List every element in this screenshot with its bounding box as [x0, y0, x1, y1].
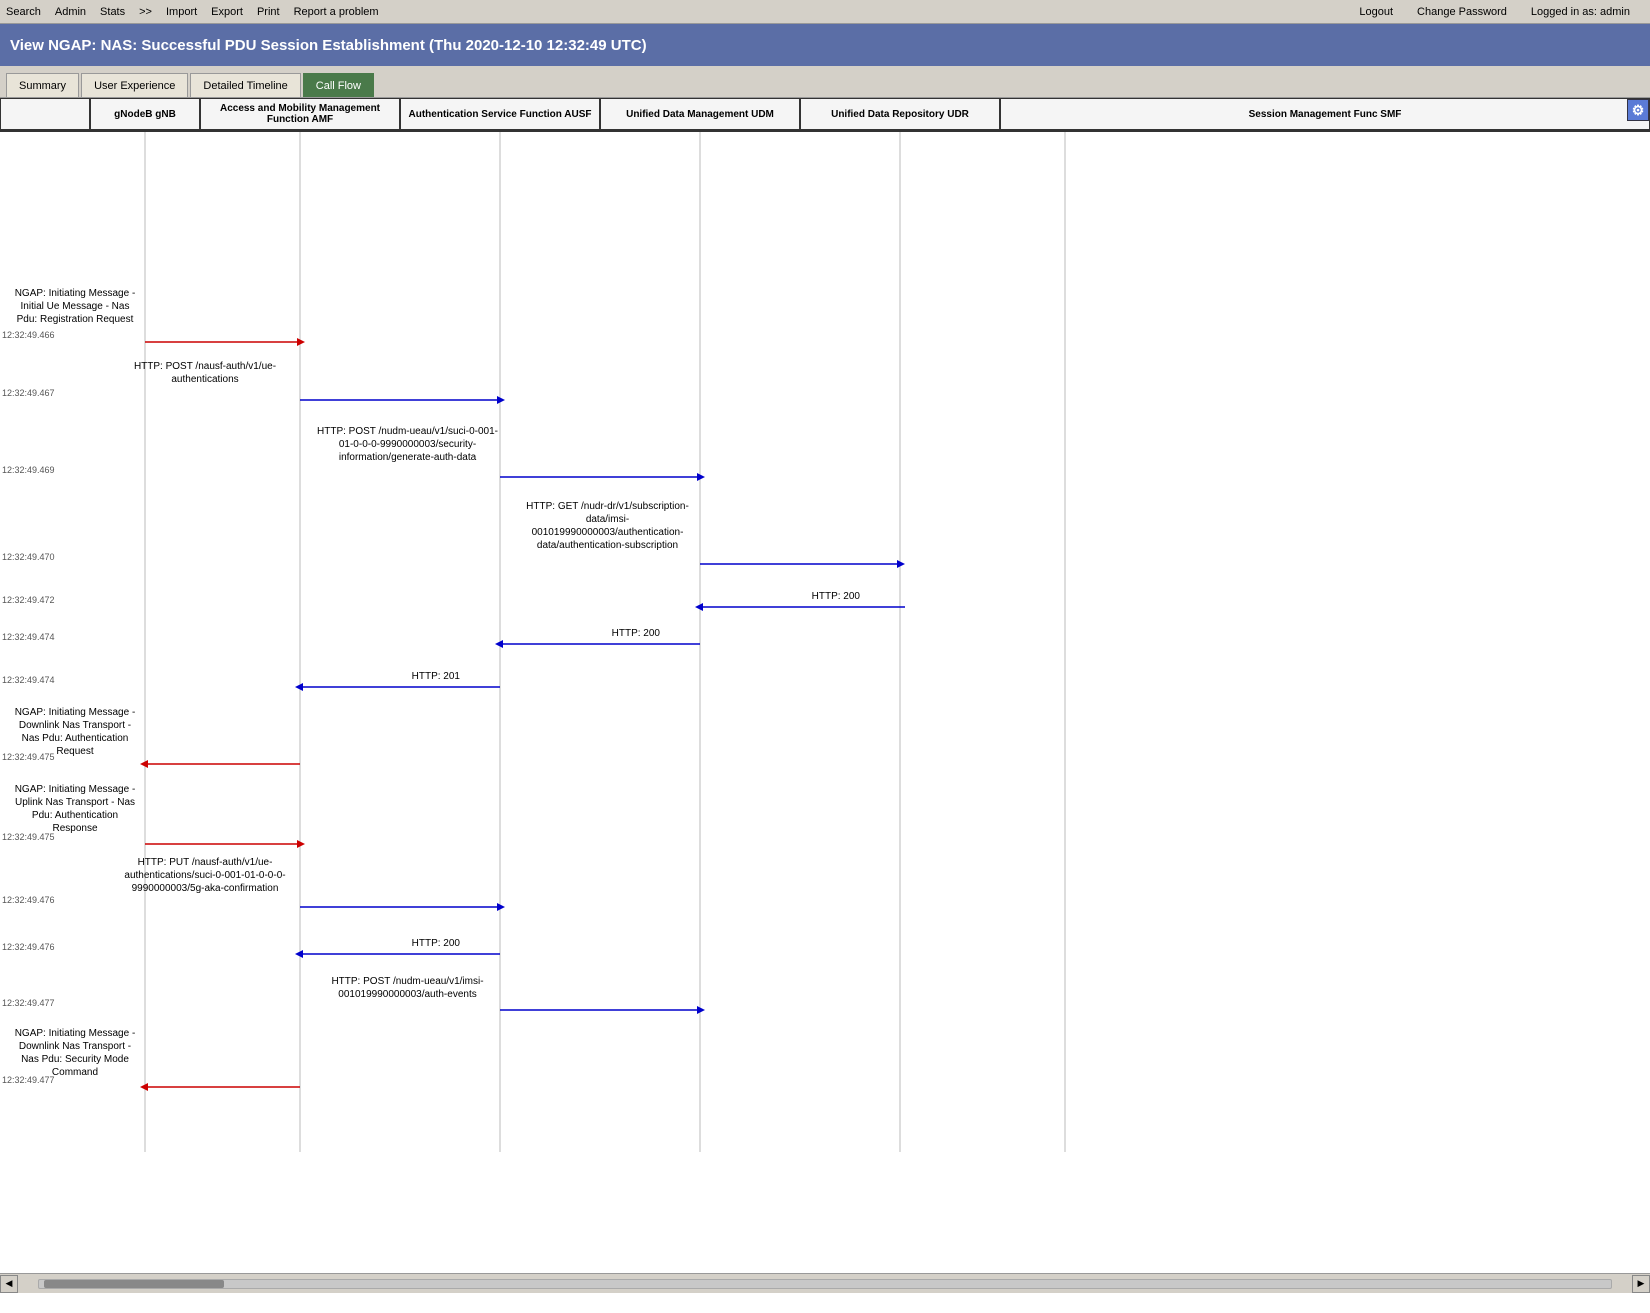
msg-label-11: HTTP: 200 — [360, 937, 460, 950]
msg-label-12: HTTP: POST /nudm-ueau/v1/imsi-0010199900… — [310, 975, 505, 1001]
tab-summary[interactable]: Summary — [6, 73, 79, 97]
logged-in-label: Logged in as: admin — [1531, 6, 1630, 18]
msg-label-3: HTTP: POST /nudm-ueau/v1/suci-0-001-01-0… — [310, 425, 505, 464]
scroll-left-arrow[interactable]: ◀ — [0, 1275, 18, 1293]
tab-call-flow[interactable]: Call Flow — [303, 73, 374, 97]
menu-right: Logout Change Password Logged in as: adm… — [1359, 6, 1644, 18]
timestamp-5: 12:32:49.472 — [2, 595, 55, 606]
bottom-scrollbar[interactable]: ◀ ▶ — [0, 1273, 1650, 1293]
msg-label-9: NGAP: Initiating Message - Uplink Nas Tr… — [10, 783, 140, 835]
column-headers: gNodeB gNB Access and Mobility Managemen… — [0, 98, 1650, 132]
timestamp-2: 12:32:49.467 — [2, 388, 55, 399]
timestamp-1: 12:32:49.466 — [2, 330, 55, 341]
timestamp-12: 12:32:49.477 — [2, 998, 55, 1009]
gear-button[interactable]: ⚙ — [1627, 99, 1649, 121]
timestamp-11: 12:32:49.476 — [2, 942, 55, 953]
col-header-udr: Unified Data Repository UDR — [800, 98, 1000, 130]
menu-export[interactable]: Export — [211, 6, 243, 18]
main-content: gNodeB gNB Access and Mobility Managemen… — [0, 98, 1650, 1293]
col-header-smf: Session Management Func SMF ⚙ — [1000, 98, 1650, 130]
msg-label-13: NGAP: Initiating Message - Downlink Nas … — [10, 1027, 140, 1079]
tab-user-experience[interactable]: User Experience — [81, 73, 188, 97]
msg-label-10: HTTP: PUT /nausf-auth/v1/ue-authenticati… — [110, 856, 300, 895]
call-flow-body[interactable]: 12:32:49.466 NGAP: Initiating Message - … — [0, 132, 1650, 1273]
col-header-gnodeb: gNodeB gNB — [90, 98, 200, 130]
col-header-udm: Unified Data Management UDM — [600, 98, 800, 130]
change-password-link[interactable]: Change Password — [1417, 6, 1507, 18]
menu-admin[interactable]: Admin — [55, 6, 86, 18]
msg-label-8: NGAP: Initiating Message - Downlink Nas … — [10, 706, 140, 758]
menu-stats[interactable]: Stats — [100, 6, 125, 18]
msg-label-4: HTTP: GET /nudr-dr/v1/subscription-data/… — [510, 500, 705, 552]
lane-lines — [0, 132, 1650, 1152]
timestamp-3: 12:32:49.469 — [2, 465, 55, 476]
col-header-timestamp — [0, 98, 90, 130]
msg-label-1: NGAP: Initiating Message - Initial Ue Me… — [10, 287, 140, 326]
msg-label-5: HTTP: 200 — [760, 590, 860, 603]
page-title: View NGAP: NAS: Successful PDU Session E… — [10, 37, 647, 54]
timestamp-7: 12:32:49.474 — [2, 675, 55, 686]
msg-label-2: HTTP: POST /nausf-auth/v1/ue-authenticat… — [110, 360, 300, 386]
tabs-bar: Summary User Experience Detailed Timelin… — [0, 66, 1650, 98]
scroll-right-arrow[interactable]: ▶ — [1632, 1275, 1650, 1293]
menu-more[interactable]: >> — [139, 6, 152, 18]
menu-search[interactable]: Search — [6, 6, 41, 18]
scroll-track[interactable] — [38, 1279, 1612, 1289]
msg-label-6: HTTP: 200 — [560, 627, 660, 640]
timestamp-6: 12:32:49.474 — [2, 632, 55, 643]
title-bar: View NGAP: NAS: Successful PDU Session E… — [0, 24, 1650, 66]
call-flow-diagram: 12:32:49.466 NGAP: Initiating Message - … — [0, 132, 1650, 1152]
logout-link[interactable]: Logout — [1359, 6, 1393, 18]
menu-print[interactable]: Print — [257, 6, 280, 18]
call-flow-wrapper: gNodeB gNB Access and Mobility Managemen… — [0, 98, 1650, 1273]
timestamp-4: 12:32:49.470 — [2, 552, 55, 563]
timestamp-10: 12:32:49.476 — [2, 895, 55, 906]
col-header-ausf: Authentication Service Function AUSF — [400, 98, 600, 130]
msg-label-7: HTTP: 201 — [360, 670, 460, 683]
col-header-amf: Access and Mobility Management Function … — [200, 98, 400, 130]
menu-bar: Search Admin Stats >> Import Export Prin… — [0, 0, 1650, 24]
tab-detailed-timeline[interactable]: Detailed Timeline — [190, 73, 300, 97]
scroll-thumb[interactable] — [44, 1280, 224, 1288]
menu-report[interactable]: Report a problem — [294, 6, 379, 18]
menu-import[interactable]: Import — [166, 6, 197, 18]
